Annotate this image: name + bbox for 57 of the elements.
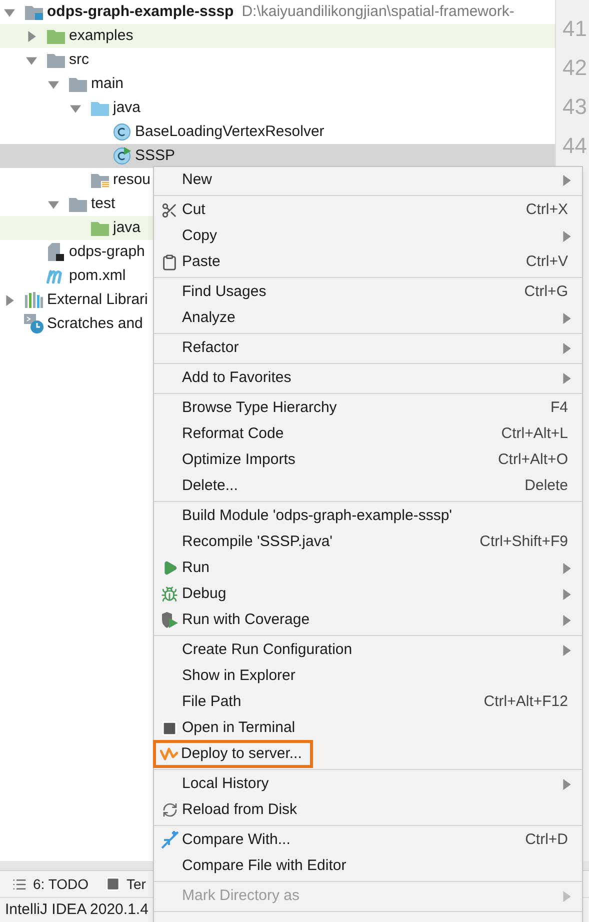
line-number: 41 [562,15,587,43]
shortcut-label: Ctrl+G [524,282,568,302]
menu-item-label: Cut [182,200,206,220]
menu-item-label: Paste [182,252,220,272]
menu-item-label: Reformat Code [182,424,284,444]
tree-item-label: Scratches and [47,314,143,334]
shortcut-label: F4 [550,398,568,418]
menu-item-label: Mark Directory as [182,886,300,906]
menu-item-label: New [182,170,212,190]
tree-item-label: examples [69,26,134,46]
tree-item-label: odps-graph [69,242,145,262]
menu-item-label: Run with Coverage [182,610,310,630]
tree-item-label: src [69,50,89,70]
shortcut-label: Ctrl+Alt+F12 [484,692,568,712]
menu-item-label: Build Module 'odps-graph-example-sssp' [182,506,452,526]
menu-item-label: Browse Type Hierarchy [182,398,337,418]
menu-item-label: Deploy to server... [181,744,302,764]
shortcut-label: Ctrl+V [526,252,568,272]
menu-item-label: Analyze [182,308,236,328]
status-text: IntelliJ IDEA 2020.1.4 [5,900,148,920]
shortcut-label: Ctrl+X [526,200,568,220]
tree-item-label: BaseLoadingVertexResolver [135,122,324,142]
project-path: D:\kaiyuandilikongjian\spatial-framework- [242,2,514,22]
menu-item-label: Reload from Disk [182,800,298,820]
tree-item-label: resou [113,170,151,190]
menu-item-label: Open in Terminal [182,718,296,738]
tree-item-label: java [113,218,141,238]
shortcut-label: Ctrl+D [525,830,568,850]
menu-item-label: Refactor [182,338,239,358]
tree-item-label: External Librari [47,290,148,310]
menu-item-label: Compare With... [182,830,290,850]
tree-item-label: pom.xml [69,266,126,286]
shortcut-label: Ctrl+Shift+F9 [480,532,568,552]
line-number: 44 [562,132,587,160]
tree-item-label: SSSP [135,146,176,166]
line-number: 43 [562,93,587,121]
menu-item-label: Local History [182,774,269,794]
menu-item-label: Delete... [182,476,238,496]
menu-item-label: File Path [182,692,242,712]
menu-item-label: Run [182,558,210,578]
menu-item-label: Copy [182,226,218,246]
shortcut-label: Ctrl+Alt+L [501,424,568,444]
menu-item-label: Show in Explorer [182,666,296,686]
menu-item-label: Add to Favorites [182,368,292,388]
shortcut-label: Delete [524,476,568,496]
tree-item-label: odps-graph-example-sssp [47,2,234,22]
shortcut-label: Ctrl+Alt+O [498,450,568,470]
menu-item-label: Compare File with Editor [182,856,346,876]
line-number: 42 [562,54,587,82]
menu-item-label: Debug [182,584,226,604]
menu-item-label: Optimize Imports [182,450,296,470]
tree-item-label: java [113,98,141,118]
menu-item-label: Find Usages [182,282,266,302]
menu-item-label: Create Run Configuration [182,640,352,660]
menu-item-label: Recompile 'SSSP.java' [182,532,333,552]
tree-item-label: test [91,194,116,214]
tree-item-label: main [91,74,124,94]
